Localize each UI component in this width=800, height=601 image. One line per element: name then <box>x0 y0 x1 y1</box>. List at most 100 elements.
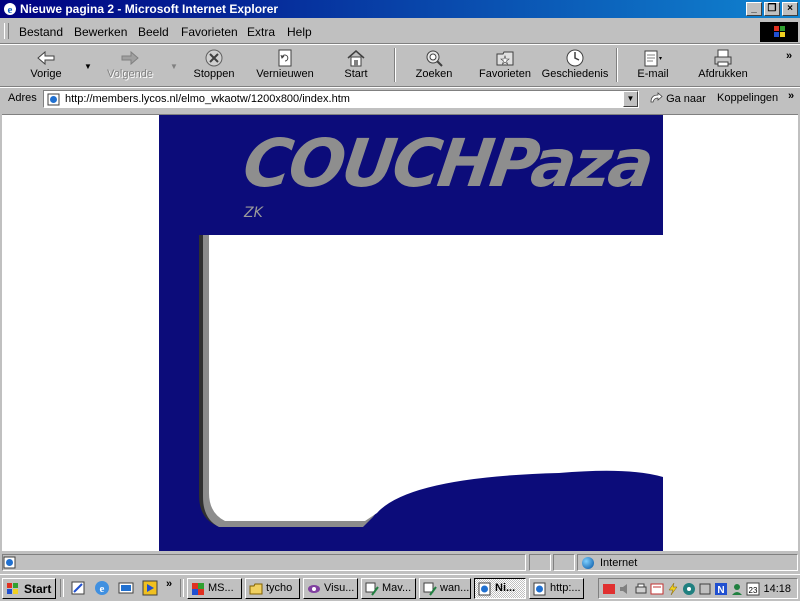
media-player-icon[interactable] <box>142 580 158 596</box>
history-button[interactable]: Geschiedenis <box>541 46 609 84</box>
stop-button[interactable]: Stoppen <box>190 46 238 84</box>
security-zone: Internet <box>577 554 798 571</box>
minimize-button[interactable]: _ <box>746 2 762 16</box>
scheduler-tray-icon[interactable] <box>650 582 664 596</box>
toolbar-overflow-chevron-icon[interactable]: » <box>786 50 792 62</box>
banner-graffiti-text: COUCHPaza <box>238 125 656 202</box>
address-dropdown-icon[interactable]: ▼ <box>623 91 638 107</box>
address-label: Adres <box>8 92 37 104</box>
search-label: Zoeken <box>415 68 453 80</box>
window-controls: _ ❐ × <box>744 2 798 16</box>
clock[interactable]: 14:18 <box>763 583 791 595</box>
windows-logo-icon <box>760 22 798 42</box>
task-button-wan[interactable]: wan... <box>419 578 471 599</box>
ie-page-icon <box>478 582 491 596</box>
desktop-shortcut-icon[interactable] <box>70 580 86 596</box>
forward-dropdown-icon[interactable]: ▼ <box>170 62 178 71</box>
start-label: Start <box>24 582 52 596</box>
title-bar[interactable]: e Nieuwe pagina 2 - Microsoft Internet E… <box>0 0 800 18</box>
ie-page-icon <box>533 582 546 596</box>
standard-toolbar: Vorige ▼ Volgende ▼ Stoppen Vernieuwen S… <box>0 44 800 86</box>
printer-icon <box>714 49 732 67</box>
mail-button[interactable]: E-mail <box>633 46 673 84</box>
start-button[interactable]: Start <box>2 578 56 599</box>
printer-tray-icon[interactable] <box>634 582 648 596</box>
taskbar: Start e » MS... tycho Visu... Mav... wan… <box>0 574 800 601</box>
go-arrow-icon <box>650 92 663 103</box>
mail-label: E-mail <box>637 68 669 80</box>
forward-arrow-icon <box>121 50 139 66</box>
search-icon <box>426 50 443 67</box>
quicklaunch-overflow-chevron-icon[interactable]: » <box>166 578 172 590</box>
tool-tray-icon[interactable] <box>698 582 712 596</box>
task-button-ms[interactable]: MS... <box>187 578 242 599</box>
task-button-visu[interactable]: Visu... <box>303 578 358 599</box>
refresh-button[interactable]: Vernieuwen <box>255 46 315 84</box>
n-app-tray-icon[interactable]: N <box>714 582 728 596</box>
ie-logo-icon: e <box>4 3 16 16</box>
links-label: Koppelingen <box>717 92 779 104</box>
task-button-mav[interactable]: Mav... <box>361 578 416 599</box>
home-label: Start <box>344 68 368 80</box>
visual-studio-icon <box>308 585 320 593</box>
windows-flag-icon <box>7 583 18 594</box>
home-button[interactable]: Start <box>338 46 374 84</box>
antivirus-tray-icon[interactable] <box>602 582 616 596</box>
links-overflow-chevron-icon[interactable]: » <box>788 90 794 102</box>
menu-beeld[interactable]: Beeld <box>138 25 169 39</box>
stop-label: Stoppen <box>193 68 235 80</box>
network-tray-icon[interactable] <box>682 582 696 596</box>
close-button[interactable]: × <box>782 2 798 16</box>
forward-label: Volgende <box>107 68 153 80</box>
toolbar-separator <box>616 48 618 82</box>
favorites-button[interactable]: Favorieten <box>476 46 534 84</box>
calendar-tray-icon[interactable]: 23 <box>746 582 760 596</box>
mail-icon <box>644 50 662 67</box>
window-title: Nieuwe pagina 2 - Microsoft Internet Exp… <box>20 2 279 16</box>
page-icon <box>47 93 60 106</box>
task-label: MS... <box>208 582 234 594</box>
taskbar-separator <box>180 579 184 597</box>
internet-globe-icon <box>582 557 594 569</box>
volume-tray-icon[interactable] <box>618 582 632 596</box>
menu-grip[interactable] <box>4 23 9 39</box>
status-text-cell <box>2 554 526 571</box>
user-tray-icon[interactable] <box>730 582 744 596</box>
svg-text:23: 23 <box>749 586 758 595</box>
task-button-ie-active[interactable]: Ni... <box>474 578 526 599</box>
network-app-icon <box>365 582 379 596</box>
status-bar: Internet <box>0 552 800 572</box>
task-label: http:... <box>550 582 581 594</box>
task-label: wan... <box>440 582 470 594</box>
lightning-tray-icon[interactable] <box>666 582 680 596</box>
page-content: COUCHPaza ZK <box>2 114 798 551</box>
task-button-tycho[interactable]: tycho <box>245 578 300 599</box>
print-button[interactable]: Afdrukken <box>695 46 751 84</box>
menu-favorieten[interactable]: Favorieten <box>181 25 238 39</box>
menu-extra[interactable]: Extra <box>247 25 275 39</box>
restore-button[interactable]: ❐ <box>764 2 780 16</box>
network-app-icon <box>423 582 437 596</box>
address-input[interactable]: http://members.lycos.nl/elmo_wkaotw/1200… <box>43 90 639 108</box>
go-button[interactable]: Ga naar <box>649 92 706 105</box>
refresh-icon <box>278 49 292 67</box>
menu-help[interactable]: Help <box>287 25 312 39</box>
links-button[interactable]: Koppelingen <box>717 92 778 104</box>
ie-quicklaunch-icon[interactable]: e <box>94 580 110 596</box>
task-button-http[interactable]: http:... <box>529 578 584 599</box>
back-dropdown-icon[interactable]: ▼ <box>84 62 92 71</box>
status-cell <box>529 554 551 571</box>
menu-bestand[interactable]: Bestand <box>19 25 63 39</box>
forward-button[interactable]: Volgende <box>102 46 158 84</box>
toolbar-separator <box>394 48 396 82</box>
svg-text:e: e <box>8 4 13 16</box>
favorites-label: Favorieten <box>479 68 531 80</box>
banner-tag-text: ZK <box>244 205 263 221</box>
search-button[interactable]: Zoeken <box>410 46 458 84</box>
back-button[interactable]: Vorige <box>22 46 70 84</box>
address-bar: Adres http://members.lycos.nl/elmo_wkaot… <box>0 88 800 110</box>
show-desktop-icon[interactable] <box>118 580 134 596</box>
address-url: http://members.lycos.nl/elmo_wkaotw/1200… <box>65 93 350 105</box>
menu-bewerken[interactable]: Bewerken <box>74 25 127 39</box>
back-arrow-icon <box>37 50 55 66</box>
